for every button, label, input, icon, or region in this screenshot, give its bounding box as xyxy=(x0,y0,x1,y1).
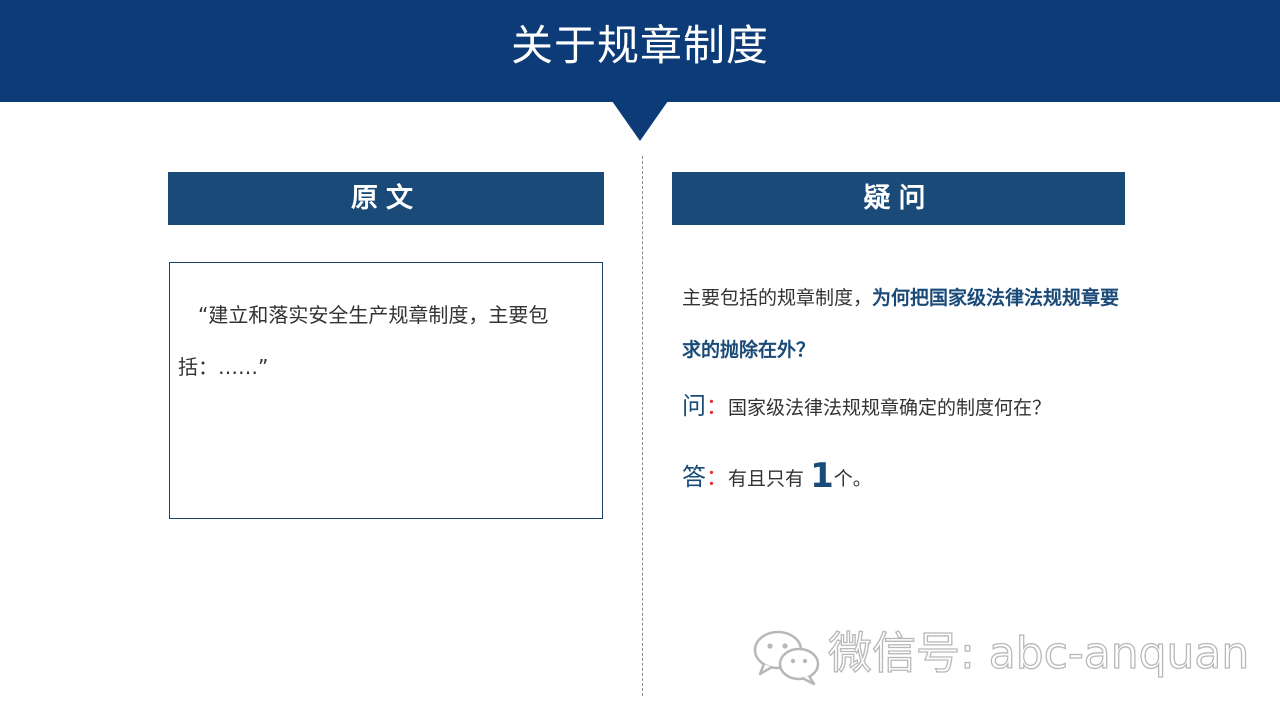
question-header: 疑问 xyxy=(672,172,1125,225)
answer-suffix: 个。 xyxy=(833,468,872,490)
original-text-header: 原文 xyxy=(168,172,604,225)
watermark: 微信号: abc-anquan xyxy=(752,624,1252,688)
answer-number: 1 xyxy=(810,456,834,496)
answer-colon: ： xyxy=(706,466,729,491)
ask-mark: 问 xyxy=(682,392,706,420)
watermark-text: 微信号: abc-anquan xyxy=(827,627,1250,679)
ask-text: 国家级法律法规规章确定的制度何在？ xyxy=(728,397,1052,419)
ask-line: 问：国家级法律法规规章确定的制度何在？ xyxy=(682,386,1162,428)
question-plain: 主要包括的规章制度， xyxy=(682,287,873,309)
ask-colon: ： xyxy=(706,395,729,420)
answer-mark: 答 xyxy=(682,463,706,491)
question-text: 主要包括的规章制度，为何把国家级法律法规规章要求的抛除在外？ xyxy=(682,272,1122,376)
wechat-icon xyxy=(753,630,820,686)
quote-text: “建立和落实安全生产规章制度，主要包括：……” xyxy=(178,303,549,379)
answer-line: 答：有且只有 1个。 xyxy=(682,454,1162,501)
page-title: 关于规章制度 xyxy=(510,21,769,70)
column-divider xyxy=(642,156,643,696)
quote-box: “建立和落实安全生产规章制度，主要包括：……” xyxy=(169,262,603,519)
answer-prefix: 有且只有 xyxy=(728,468,805,490)
title-pointer xyxy=(612,101,668,141)
